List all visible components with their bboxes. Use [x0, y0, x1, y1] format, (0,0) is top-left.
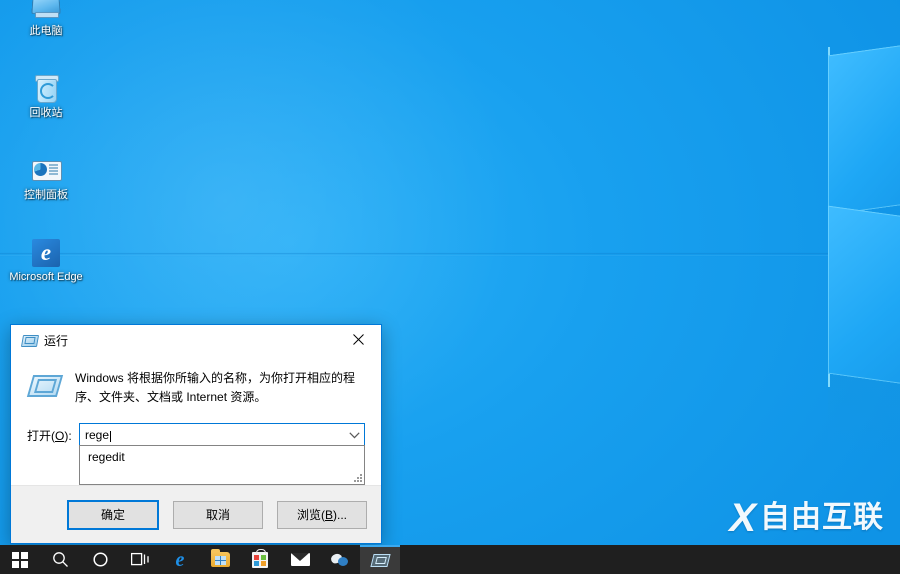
watermark-text: 自由互联 [760, 501, 884, 534]
edge-icon: e [175, 548, 185, 571]
taskbar: e [0, 545, 900, 574]
start-button[interactable] [0, 545, 40, 574]
task-view-button[interactable] [120, 545, 160, 574]
desktop-icon-label: 控制面板 [24, 189, 68, 201]
recycle-bin-icon [30, 72, 62, 104]
watermark: X 自由互联 [729, 498, 884, 538]
run-command-dropdown-list[interactable]: regedit [79, 445, 365, 485]
microsoft-edge-icon: e [30, 236, 62, 268]
close-icon[interactable] [336, 325, 381, 354]
folder-icon [210, 549, 230, 567]
network-icon [329, 552, 349, 567]
run-dialog-open-row: 打开(O): rege regedit [27, 423, 365, 485]
desktop-icon-this-pc[interactable]: 此电脑 [0, 0, 92, 64]
this-pc-icon [30, 0, 62, 22]
run-dialog-title: 运行 [44, 333, 69, 348]
search-icon [52, 552, 68, 567]
desktop-icon-control-panel[interactable]: 控制面板 [0, 154, 92, 228]
wallpaper-horizon-line [0, 253, 900, 254]
windows-hero-logo [828, 38, 900, 507]
store-icon [252, 548, 268, 568]
search-button[interactable] [40, 545, 80, 574]
store-taskbar-button[interactable] [240, 545, 280, 574]
chevron-down-icon[interactable] [345, 425, 364, 445]
desktop-icon-label: Microsoft Edge [9, 271, 83, 283]
file-explorer-taskbar-button[interactable] [200, 545, 240, 574]
windows-logo-icon [12, 551, 28, 568]
run-window-icon [369, 553, 391, 567]
dropdown-list-item[interactable]: regedit [80, 446, 364, 467]
run-taskbar-button[interactable] [360, 545, 400, 574]
run-dialog: 运行 Windows 将根据你所输入的名称，为你打开相应的程序、文件夹、文档或 … [10, 324, 382, 544]
desktop-icon-label: 此电脑 [29, 25, 63, 37]
run-large-icon [26, 371, 64, 401]
misc-taskbar-button[interactable] [320, 545, 360, 574]
desktop-icon-list: 此电脑 回收站 控制面板 e Microsoft Edge [0, 0, 92, 318]
mail-taskbar-button[interactable] [280, 545, 320, 574]
run-window-icon [20, 332, 40, 348]
control-panel-icon [30, 154, 62, 186]
run-dialog-description-row: Windows 将根据你所输入的名称，为你打开相应的程序、文件夹、文档或 Int… [26, 369, 365, 407]
hero-pane-top-left [828, 38, 900, 216]
cortana-button[interactable] [80, 545, 120, 574]
desktop-icon-recycle-bin[interactable]: 回收站 [0, 72, 92, 146]
run-command-combobox[interactable]: rege [79, 423, 365, 447]
desktop-icon-label: 回收站 [29, 107, 63, 119]
cortana-circle-icon [92, 552, 108, 567]
browse-button[interactable]: 浏览(B)... [277, 500, 367, 529]
run-dialog-body: Windows 将根据你所输入的名称，为你打开相应的程序、文件夹、文档或 Int… [11, 355, 381, 485]
hero-pane-bottom-left [828, 205, 900, 391]
run-command-input[interactable]: rege [80, 428, 345, 443]
run-dialog-footer: 确定 取消 浏览(B)... [11, 485, 381, 543]
run-dialog-titlebar[interactable]: 运行 [11, 325, 381, 355]
text-caret [110, 431, 112, 443]
open-field-label: 打开(O): [27, 428, 72, 443]
mail-icon [290, 553, 310, 566]
run-dialog-description: Windows 将根据你所输入的名称，为你打开相应的程序、文件夹、文档或 Int… [75, 371, 356, 404]
resize-grip-icon[interactable] [352, 472, 362, 482]
task-view-icon [130, 552, 149, 566]
desktop-screen: 此电脑 回收站 控制面板 e Microsoft Edge X 自由互联 运行 … [0, 0, 900, 574]
ok-button[interactable]: 确定 [67, 499, 159, 530]
desktop-icon-microsoft-edge[interactable]: e Microsoft Edge [0, 236, 92, 310]
wallpaper-horizon-highlight [0, 255, 900, 256]
cancel-button[interactable]: 取消 [173, 500, 263, 529]
edge-taskbar-button[interactable]: e [160, 545, 200, 574]
x-logo-icon: X [729, 496, 756, 540]
